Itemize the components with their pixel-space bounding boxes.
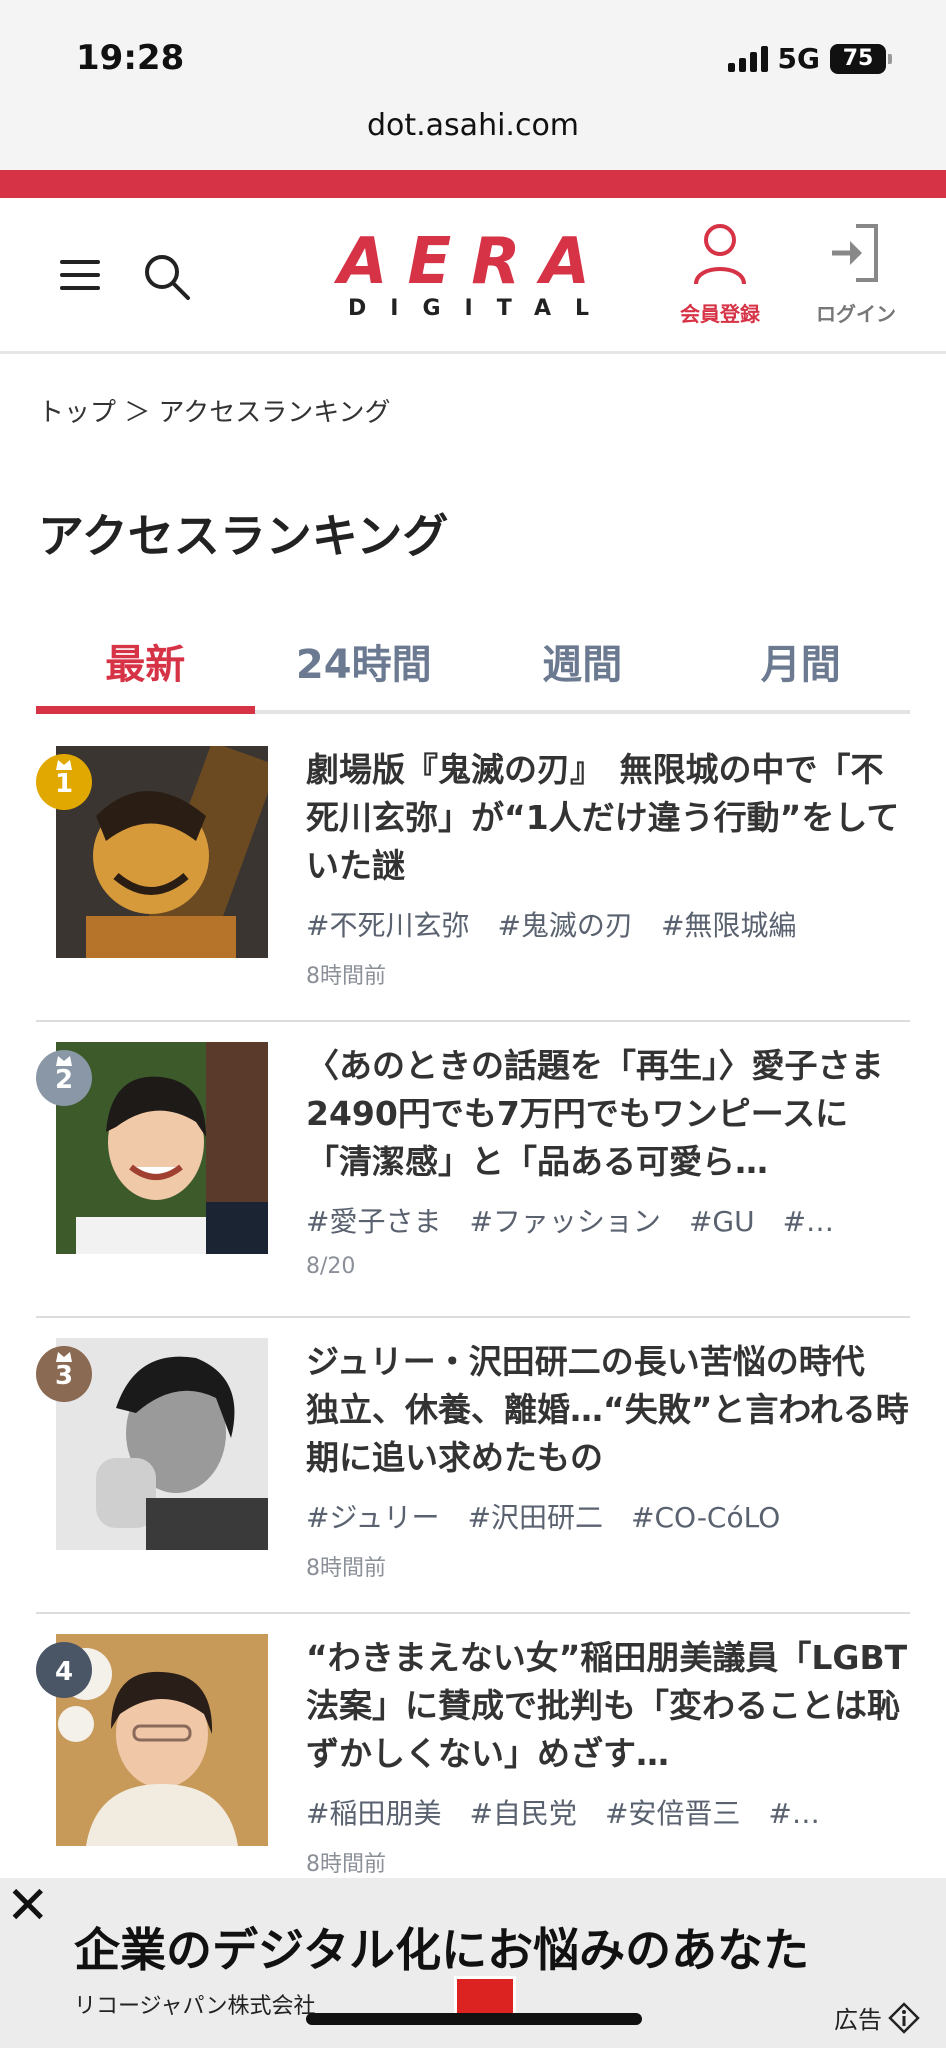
member-register-label: 会員登録 [680,302,760,326]
article-date: 8時間前 [306,1556,386,1581]
tab-weekly[interactable]: 週間 [473,626,692,710]
article-headline[interactable]: ジュリー・沢田研二の長い苦悩の時代 独立、休養、離婚…“失敗”と言われる時期に追… [306,1338,910,1482]
ad-label[interactable]: 広告 [834,2000,920,2035]
tag-link[interactable]: #無限城編 [661,909,796,942]
url-bar[interactable]: dot.asahi.com [0,96,946,170]
tag-link[interactable]: #ジュリー [306,1501,440,1534]
url-text: dot.asahi.com [366,108,580,143]
site-logo[interactable]: AERA DIGITAL [338,225,614,328]
rank-badge: 2 [36,1050,92,1106]
rank-badge: 4 [36,1642,92,1698]
search-icon[interactable] [140,250,196,306]
article-tags: #ジュリー #沢田研二 #CO-CóLO [306,1496,910,1536]
home-indicator[interactable] [306,2013,642,2025]
status-icons: 5G 75 [727,42,892,75]
login-icon [832,224,878,282]
list-item[interactable]: 2 〈あのときの話題を「再生」〉愛子さま 2490円でも7万円でもワンピースに「… [36,1022,910,1318]
login-button[interactable]: ログイン [806,220,906,327]
tag-link[interactable]: #愛子さま [306,1205,441,1238]
ad-image[interactable] [454,1976,516,2018]
article-tags: #愛子さま #ファッション #GU #… [306,1200,910,1240]
ranking-list: 1 劇場版『鬼滅の刃』 無限城の中で「不死川玄弥」が“1人だけ違う行動”をしてい… [36,726,910,1910]
tag-link[interactable]: #ファッション [469,1205,660,1238]
article-date: 8時間前 [306,964,386,989]
ranking-tabs: 最新 24時間 週間 月間 [36,626,910,714]
logo-sub-text: DIGITAL [348,296,614,321]
article-headline[interactable]: “わきまえない女”稲田朋美議員「LGBT法案」に賛成で批判も「変わることは恥ずか… [306,1634,910,1778]
login-label: ログイン [816,302,896,326]
tab-24h[interactable]: 24時間 [255,626,474,710]
article-headline[interactable]: 劇場版『鬼滅の刃』 無限城の中で「不死川玄弥」が“1人だけ違う行動”をしていた謎 [306,746,910,890]
signal-icon [727,45,768,72]
crown-icon [56,760,72,770]
menu-icon[interactable] [60,260,100,290]
list-item[interactable]: 1 劇場版『鬼滅の刃』 無限城の中で「不死川玄弥」が“1人だけ違う行動”をしてい… [36,726,910,1022]
list-item[interactable]: 3 ジュリー・沢田研二の長い苦悩の時代 独立、休養、離婚…“失敗”と言われる時期… [36,1318,910,1614]
top-accent-band [0,170,946,198]
site-header: AERA DIGITAL 会員登録 ログイン [0,198,946,354]
tag-link[interactable]: #安倍晋三 [605,1797,740,1830]
breadcrumb[interactable]: トップ ＞ アクセスランキング [38,392,390,429]
status-bar: 19:28 5G 75 [0,0,946,110]
tag-link[interactable]: #… [783,1205,834,1238]
rank-badge: 3 [36,1346,92,1402]
user-icon [694,224,746,285]
ad-headline[interactable]: 企業のデジタル化にお悩みのあなた [74,1914,809,1980]
article-headline[interactable]: 〈あのときの話題を「再生」〉愛子さま 2490円でも7万円でもワンピースに「清潔… [306,1042,910,1186]
status-time: 19:28 [76,38,185,78]
battery-icon: 75 [830,43,892,74]
tag-link[interactable]: #GU [689,1205,755,1238]
tab-monthly[interactable]: 月間 [692,626,911,710]
crown-icon [56,1056,72,1066]
close-icon[interactable]: ✕ [6,1878,50,1934]
tag-link[interactable]: #不死川玄弥 [306,909,469,942]
list-item[interactable]: 4 “わきまえない女”稲田朋美議員「LGBT法案」に賛成で批判も「変わることは恥… [36,1614,910,1910]
tag-link[interactable]: #CO-CóLO [631,1501,780,1534]
info-icon[interactable] [888,2001,920,2034]
rank-badge: 1 [36,754,92,810]
member-register-button[interactable]: 会員登録 [670,220,770,327]
article-tags: #不死川玄弥 #鬼滅の刃 #無限城編 [306,904,910,944]
logo-main-text: AERA [338,225,611,299]
page-title: アクセスランキング [38,509,449,563]
tag-link[interactable]: #… [768,1797,819,1830]
crown-icon [56,1352,72,1362]
article-date: 8/20 [306,1254,356,1279]
ad-company: リコージャパン株式会社 [74,1994,316,2019]
network-label: 5G [777,42,820,75]
tag-link[interactable]: #自民党 [469,1797,576,1830]
tag-link[interactable]: #鬼滅の刃 [497,909,632,942]
article-date: 8時間前 [306,1852,386,1877]
tag-link[interactable]: #稲田朋美 [306,1797,441,1830]
tag-link[interactable]: #沢田研二 [468,1501,603,1534]
tab-latest[interactable]: 最新 [36,626,255,714]
article-tags: #稲田朋美 #自民党 #安倍晋三 #… [306,1792,910,1832]
